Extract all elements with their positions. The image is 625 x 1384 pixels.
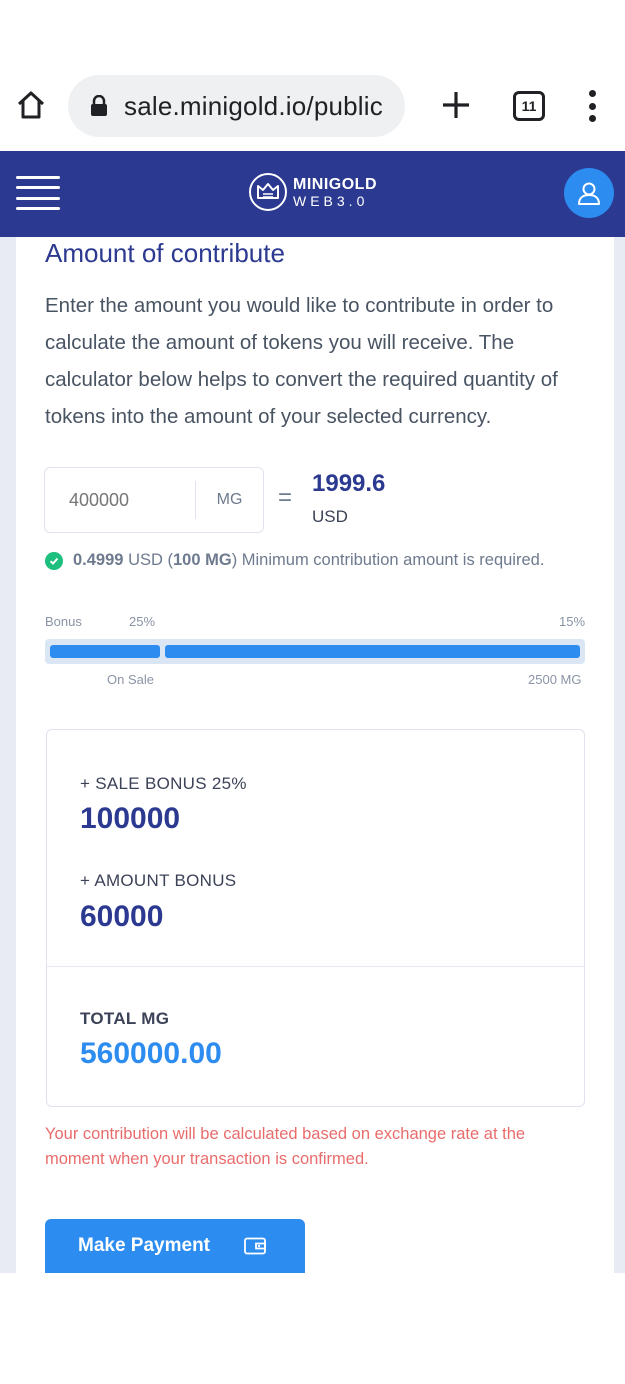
summary-divider xyxy=(47,966,584,967)
total-label: TOTAL MG xyxy=(80,1009,170,1028)
bonus-progress-bar xyxy=(45,639,585,664)
minimum-amount: 100 MG xyxy=(172,551,232,569)
new-tab-button[interactable] xyxy=(436,85,476,125)
bonus-label: Bonus xyxy=(45,614,82,629)
menu-line xyxy=(16,206,60,210)
section-title: Amount of contribute xyxy=(45,238,285,268)
site-logo[interactable]: MINIGOLD WEB3.0 xyxy=(249,173,377,211)
bonus-tier-2-percent: 15% xyxy=(559,614,586,629)
more-dot xyxy=(588,115,596,122)
amount-field-group: MG xyxy=(44,467,264,533)
user-icon xyxy=(578,182,600,205)
total-value: 560000.00 xyxy=(80,1037,222,1070)
tab-count: 11 xyxy=(521,98,537,114)
user-profile-button[interactable] xyxy=(564,168,614,218)
minimum-contribution-note: 0.4999 USD (100 MG) Minimum contribution… xyxy=(45,551,544,570)
minimum-price: 0.4999 xyxy=(73,551,124,569)
sale-bonus-label: + SALE BONUS 25% xyxy=(80,774,247,793)
site-header: MINIGOLD WEB3.0 xyxy=(0,151,625,237)
minimum-text-suffix: ) Minimum contribution amount is require… xyxy=(231,551,545,569)
logo-name: MINIGOLD xyxy=(293,175,377,193)
plus-icon xyxy=(443,92,469,118)
menu-line xyxy=(16,186,60,190)
more-dot xyxy=(588,90,596,97)
lock-icon xyxy=(91,95,107,116)
bonus-segment-amount xyxy=(165,645,580,658)
home-button[interactable] xyxy=(12,86,50,124)
tab-switcher-button[interactable]: 11 xyxy=(513,91,545,121)
menu-line xyxy=(16,176,60,179)
converted-amount: 1999.6 xyxy=(312,470,386,497)
threshold-label: 2500 MG xyxy=(528,672,582,687)
wallet-icon xyxy=(244,1237,266,1255)
hamburger-menu-button[interactable] xyxy=(16,176,60,210)
sale-bonus-value: 100000 xyxy=(80,802,181,835)
logo-tagline: WEB3.0 xyxy=(293,192,369,209)
bonus-tier-1-percent: 25% xyxy=(129,614,156,629)
make-payment-button[interactable]: Make Payment xyxy=(45,1219,305,1273)
converted-currency: USD xyxy=(312,507,348,526)
token-unit-label: MG xyxy=(216,491,243,508)
amount-bonus-value: 60000 xyxy=(80,900,164,933)
browser-menu-button[interactable] xyxy=(580,86,604,126)
url-text: sale.minigold.io/public xyxy=(124,90,383,121)
check-circle-icon xyxy=(45,551,63,570)
amount-bonus-label: + AMOUNT BONUS xyxy=(80,871,237,890)
home-icon xyxy=(17,91,45,119)
token-amount-input[interactable] xyxy=(45,468,195,532)
bonus-segment-on-sale xyxy=(50,645,161,658)
equals-sign: = xyxy=(278,484,293,511)
on-sale-label: On Sale xyxy=(107,672,154,687)
minigold-logo-icon xyxy=(249,173,287,211)
browser-toolbar: sale.minigold.io/public 11 xyxy=(0,72,625,140)
address-bar[interactable]: sale.minigold.io/public xyxy=(68,75,405,137)
menu-line xyxy=(16,196,60,200)
exchange-rate-disclaimer: Your contribution will be calculated bas… xyxy=(45,1125,526,1168)
token-summary-box: + SALE BONUS 25% 100000 + AMOUNT BONUS 6… xyxy=(46,729,585,1107)
contribution-description: Enter the amount you would like to contr… xyxy=(45,294,558,428)
make-payment-label: Make Payment xyxy=(78,1235,211,1256)
more-dot xyxy=(588,102,596,110)
logo-wordmark: MINIGOLD WEB3.0 xyxy=(293,175,377,209)
minimum-text-prefix: USD ( xyxy=(128,551,173,569)
